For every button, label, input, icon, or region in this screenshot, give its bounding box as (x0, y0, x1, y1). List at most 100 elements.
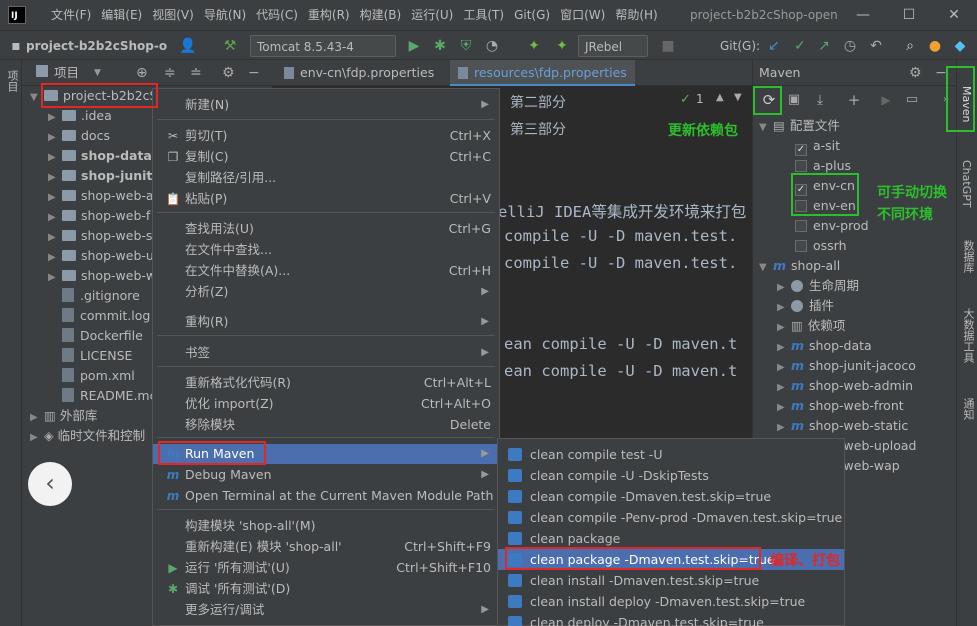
maven-dependencies-node[interactable]: ▶ ▥ 依赖项 (777, 316, 845, 336)
menu-code[interactable]: 代码(C) (251, 0, 303, 30)
project-switcher[interactable]: project-b2b2cShop-ope (26, 35, 168, 57)
context-menu-item[interactable]: 在文件中替换(A)... Ctrl+H (153, 261, 499, 281)
menu-help[interactable]: 帮助(H) (610, 0, 662, 30)
jetbrains-icon[interactable]: ◆ (950, 36, 970, 56)
context-menu-item[interactable]: ✱ 调试 '所有测试'(D) (153, 579, 499, 599)
profile-checkbox[interactable] (795, 220, 807, 232)
menu-git[interactable]: Git(G) (509, 0, 555, 30)
context-menu-item[interactable]: 构建模块 'shop-all'(M) (153, 516, 499, 536)
tree-item[interactable]: ▶ shop-data (48, 146, 152, 166)
maven-profile-item[interactable]: ossrh (795, 236, 847, 256)
chevron-right-icon[interactable]: ▶ (777, 418, 791, 438)
chevron-right-icon[interactable]: ▶ (48, 228, 62, 248)
profile-checkbox[interactable]: ✓ (795, 144, 807, 156)
user-icon[interactable]: 👤 (178, 36, 198, 56)
maven-goal-item[interactable]: clean package (498, 528, 844, 549)
chevron-right-icon[interactable]: ▶ (48, 128, 62, 148)
git-update-icon[interactable]: ↙ (764, 36, 784, 56)
rollback-icon[interactable]: ↶ (866, 36, 886, 56)
maven-profile-item[interactable]: ✓ a-sit (795, 136, 840, 156)
context-menu-item[interactable]: ✂ 剪切(T) Ctrl+X (153, 126, 499, 146)
chevron-right-icon[interactable]: ▶ (777, 358, 791, 378)
debug-icon[interactable]: ✱ (430, 36, 450, 56)
tree-item[interactable]: ▶ docs (48, 126, 110, 146)
close-button[interactable]: ✕ (931, 0, 977, 30)
context-menu-item[interactable]: 移除模块 Delete (153, 415, 499, 435)
database-tool-tab[interactable]: 数据库 (960, 240, 976, 273)
chevron-right-icon[interactable]: ▶ (48, 148, 62, 168)
chevron-down-icon[interactable]: ▼ (759, 118, 773, 138)
minimize-button[interactable]: — (840, 0, 886, 30)
maven-goal-item[interactable]: clean compile test -U (498, 444, 844, 465)
tree-item[interactable]: commit.log (48, 306, 150, 326)
maven-module-item[interactable]: ▶ m shop-junit-jacoco (777, 356, 916, 376)
menu-refactor[interactable]: 重构(R) (303, 0, 355, 30)
chevron-down-icon[interactable]: ▼ (759, 258, 773, 278)
chevron-right-icon[interactable]: ▶ (777, 338, 791, 358)
tree-item[interactable]: ▶ shop-web-u (48, 246, 154, 266)
collapse-all-icon[interactable]: ≐ (190, 60, 202, 86)
maven-plugins-node[interactable]: ▶ 插件 (777, 296, 834, 316)
profile-checkbox[interactable] (795, 160, 807, 172)
hide-panel-icon[interactable]: − (935, 60, 947, 86)
tab-resources-properties[interactable]: resources\fdp.properties (450, 60, 635, 86)
profile-checkbox[interactable] (795, 240, 807, 252)
menu-run[interactable]: 运行(U) (406, 0, 458, 30)
add-maven-project-icon[interactable]: ▣ (785, 90, 803, 110)
jrebel-debug-icon[interactable]: ✦ (552, 36, 572, 56)
context-menu-item[interactable]: ▶ 运行 '所有测试'(U) Ctrl+Shift+F10 (153, 558, 499, 578)
chevron-right-icon[interactable]: ▶ (48, 168, 62, 188)
stop-icon[interactable]: ■ (658, 36, 678, 56)
context-menu-item[interactable]: 更多运行/调试 ▶ (153, 600, 499, 620)
menu-tools[interactable]: 工具(T) (458, 0, 509, 30)
bigdata-tool-tab[interactable]: 大数据工具 (960, 308, 976, 363)
tree-item[interactable]: README.mc (48, 386, 156, 406)
context-menu-item[interactable]: 在文件中查找... (153, 240, 499, 260)
tree-item[interactable]: Dockerfile (48, 326, 143, 346)
jrebel-run-icon[interactable]: ✦ (524, 36, 544, 56)
git-commit-icon[interactable]: ✓ (790, 36, 810, 56)
tree-item[interactable]: ▶ shop-web-w (48, 266, 156, 286)
chevron-down-icon[interactable]: ▼ (734, 92, 742, 103)
tree-item[interactable]: pom.xml (48, 366, 135, 386)
tree-item[interactable]: ▶ shop-web-a (48, 186, 154, 206)
maven-goal-item[interactable]: clean install deploy -Dmaven.test.skip=t… (498, 591, 844, 612)
chevron-right-icon[interactable]: ▶ (777, 378, 791, 398)
maven-goal-item[interactable]: clean deploy -Dmaven.test.skip=true (498, 612, 844, 626)
context-menu-item[interactable]: 查找用法(U) Ctrl+G (153, 219, 499, 239)
jrebel-select[interactable]: JRebel (578, 35, 648, 57)
notifications-tool-tab[interactable]: 通知 (960, 398, 976, 420)
maven-module-item[interactable]: ▶ m shop-data (777, 336, 872, 356)
chevron-right-icon[interactable]: ▶ (48, 268, 62, 288)
chevron-right-icon[interactable]: ▶ (48, 108, 62, 128)
chevron-right-icon[interactable]: ▶ (30, 408, 44, 428)
run-config-select[interactable]: Tomcat 8.5.43-4 (250, 35, 396, 57)
coverage-icon[interactable]: ⛨ (456, 36, 476, 56)
menu-file[interactable]: 文件(F) (46, 0, 96, 30)
maximize-button[interactable]: ☐ (886, 0, 932, 30)
context-menu-item[interactable]: m Open Terminal at the Current Maven Modu… (153, 486, 499, 506)
context-menu-item[interactable]: m Debug Maven ▶ (153, 465, 499, 485)
plus-icon[interactable]: + (845, 90, 863, 110)
maven-module-item[interactable]: ▶ m shop-web-admin (777, 376, 913, 396)
chevron-up-icon[interactable]: ▲ (716, 92, 724, 103)
build-hammer-icon[interactable]: ⚒ (220, 36, 240, 56)
maven-profiles-node[interactable]: ▼ ▤ 配置文件 (759, 116, 840, 136)
tree-item[interactable]: ▶ shop-junit- (48, 166, 158, 186)
chatgpt-tool-tab[interactable]: ChatGPT (960, 160, 973, 208)
profile-icon[interactable]: ◔ (482, 36, 502, 56)
menu-navigate[interactable]: 导航(N) (199, 0, 251, 30)
tree-item[interactable]: .gitignore (48, 286, 140, 306)
gear-icon[interactable]: ⚙ (222, 60, 235, 86)
run-maven-goal-icon[interactable]: ▶ (877, 90, 895, 110)
update-icon[interactable]: ● (925, 36, 945, 56)
menu-window[interactable]: 窗口(W) (555, 0, 610, 30)
search-icon[interactable]: ⌕ (900, 36, 920, 56)
chevron-right-icon[interactable]: ▶ (48, 248, 62, 268)
hide-panel-icon[interactable]: − (248, 60, 260, 86)
tree-scratches[interactable]: ▶ ◈ 临时文件和控制 (30, 426, 145, 446)
run-icon[interactable]: ▶ (404, 36, 424, 56)
tree-item[interactable]: LICENSE (48, 346, 132, 366)
maven-module-item[interactable]: ▶ m shop-web-static (777, 416, 908, 436)
context-menu-item[interactable]: 优化 import(Z) Ctrl+Alt+O (153, 394, 499, 414)
